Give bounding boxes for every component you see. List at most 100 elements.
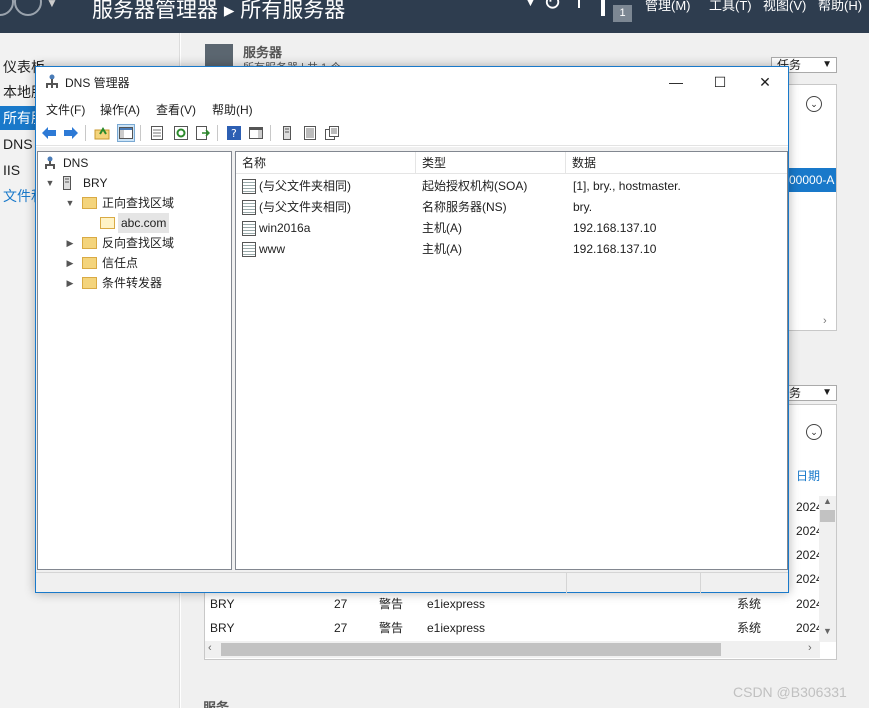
- properties-icon[interactable]: [148, 124, 166, 142]
- refresh-icon[interactable]: ↻: [543, 0, 561, 16]
- status-bar: [36, 572, 788, 593]
- record-row[interactable]: (与父文件夹相同) 名称服务器(NS) bry.: [236, 197, 787, 218]
- event-level: 警告: [379, 621, 404, 635]
- title-bar[interactable]: DNS 管理器 — ☐ ✕: [36, 67, 788, 97]
- up-folder-icon[interactable]: [93, 124, 111, 142]
- scroll-down-icon[interactable]: ▼: [823, 626, 832, 636]
- tree-pane: DNS ▼ BRY ▼ 正向查找区域 abc.com ▶ 反向查找区域 ▶ 信任…: [37, 151, 232, 570]
- tree-label: DNS: [63, 156, 89, 170]
- refresh-icon[interactable]: [172, 124, 190, 142]
- scrollbar-thumb[interactable]: [221, 643, 721, 656]
- dropdown-icon[interactable]: ▼: [525, 0, 536, 9]
- event-level: 警告: [379, 597, 404, 611]
- services-section-title: 服务: [203, 700, 230, 708]
- record-row[interactable]: www 主机(A) 192.168.137.10: [236, 239, 787, 260]
- action-pane-icon[interactable]: [247, 124, 265, 142]
- expand-icon[interactable]: ⌄: [806, 96, 822, 112]
- record-row[interactable]: win2016a 主机(A) 192.168.137.10: [236, 218, 787, 239]
- record-type: 名称服务器(NS): [422, 200, 507, 214]
- column-header-type[interactable]: 类型: [416, 152, 566, 174]
- chevron-down-icon[interactable]: ▼: [64, 193, 76, 213]
- chevron-right-icon[interactable]: ▶: [64, 253, 76, 273]
- dns-server-icon: [46, 74, 58, 88]
- record-data: [1], bry., hostmaster.: [573, 179, 681, 193]
- back-arrow-icon[interactable]: [40, 124, 58, 142]
- record-name: www: [259, 242, 285, 256]
- event-server: BRY: [210, 597, 235, 611]
- scroll-right-icon[interactable]: ›: [808, 642, 812, 654]
- menu-manage[interactable]: 管理(M): [645, 0, 691, 14]
- record-icon: [242, 200, 256, 215]
- servers-panel: [787, 84, 837, 331]
- status-segment: [701, 573, 788, 593]
- event-id: 27: [334, 621, 348, 635]
- record-icon: [242, 179, 256, 194]
- record-type: 主机(A): [422, 242, 462, 256]
- minimize-button[interactable]: —: [653, 67, 699, 97]
- folder-icon: [82, 277, 97, 289]
- copy-records-icon[interactable]: [323, 124, 341, 142]
- folder-icon: [82, 257, 97, 269]
- scroll-up-icon[interactable]: ▲: [823, 496, 832, 506]
- scrollbar-thumb[interactable]: [820, 510, 835, 522]
- record-name: (与父文件夹相同): [259, 179, 351, 193]
- tree-label: BRY: [83, 176, 108, 190]
- selected-server-row[interactable]: 00000-A: [787, 168, 836, 192]
- record-icon: [242, 242, 256, 257]
- menu-help[interactable]: 帮助(H): [212, 101, 253, 118]
- menu-file[interactable]: 文件(F): [46, 101, 85, 118]
- export-list-icon[interactable]: [194, 124, 212, 142]
- event-row[interactable]: BRY 27 警告 e1iexpress 系统 2024: [205, 616, 823, 640]
- history-dropdown-icon[interactable]: ▼: [46, 0, 58, 10]
- folder-icon: [82, 197, 97, 209]
- maximize-button[interactable]: ☐: [697, 67, 743, 97]
- menu-action[interactable]: 操作(A): [100, 101, 140, 118]
- scroll-left-icon[interactable]: ‹: [208, 642, 212, 654]
- record-name: win2016a: [259, 221, 311, 235]
- menu-view[interactable]: 查看(V): [156, 101, 196, 118]
- column-header-date[interactable]: 日期: [796, 467, 820, 484]
- events-horizontal-scrollbar[interactable]: ‹ ›: [205, 641, 820, 658]
- notification-badge: 1: [613, 5, 632, 22]
- toolbar: ?: [36, 120, 788, 146]
- back-icon[interactable]: [0, 0, 14, 16]
- chevron-right-icon[interactable]: ▶: [64, 233, 76, 253]
- event-row[interactable]: BRY 27 警告 e1iexpress 系统 2024: [205, 592, 823, 616]
- server-icon: [63, 176, 71, 190]
- column-header-name[interactable]: 名称: [236, 152, 416, 174]
- record-data: bry.: [573, 200, 593, 214]
- forward-arrow-icon[interactable]: [62, 124, 80, 142]
- record-name: (与父文件夹相同): [259, 200, 351, 214]
- server-manager-header: ▼ 服务器管理器 ▸ 所有服务器 ▼ ↻ 1 管理(M) 工具(T) 视图(V)…: [0, 0, 869, 33]
- flag-icon[interactable]: [601, 0, 605, 16]
- server-icon[interactable]: [278, 124, 296, 142]
- help-icon[interactable]: ?: [225, 124, 243, 142]
- folder-icon: [82, 237, 97, 249]
- event-source: e1iexpress: [427, 621, 486, 635]
- menu-view[interactable]: 视图(V): [763, 0, 806, 14]
- record-row[interactable]: (与父文件夹相同) 起始授权机构(SOA) [1], bry., hostmas…: [236, 176, 787, 197]
- menu-bar: 文件(F) 操作(A) 查看(V) 帮助(H): [36, 97, 788, 119]
- event-server: BRY: [210, 621, 235, 635]
- event-id: 27: [334, 597, 348, 611]
- menu-help[interactable]: 帮助(H): [818, 0, 862, 14]
- scroll-right-icon[interactable]: ›: [823, 315, 827, 327]
- svg-text:?: ?: [231, 127, 237, 140]
- close-button[interactable]: ✕: [742, 67, 788, 97]
- chevron-down-icon[interactable]: ▼: [44, 173, 56, 193]
- record-type: 主机(A): [422, 221, 462, 235]
- column-header-data[interactable]: 数据: [566, 152, 787, 174]
- tree-label: 信任点: [102, 256, 139, 270]
- record-type: 起始授权机构(SOA): [422, 179, 528, 193]
- show-hide-tree-icon[interactable]: [117, 124, 135, 142]
- watermark: CSDN @B306331: [733, 684, 847, 700]
- events-vertical-scrollbar[interactable]: ▲ ▼: [819, 496, 836, 642]
- forward-icon[interactable]: [14, 0, 42, 16]
- chevron-right-icon[interactable]: ▶: [64, 273, 76, 293]
- record-icon: [242, 221, 256, 236]
- menu-tools[interactable]: 工具(T): [709, 0, 752, 14]
- dns-manager-window: DNS 管理器 — ☐ ✕ 文件(F) 操作(A) 查看(V) 帮助(H) ? …: [35, 66, 789, 593]
- toolbar-separator: [217, 125, 218, 141]
- records-icon[interactable]: [301, 124, 319, 142]
- expand-icon[interactable]: ⌄: [806, 424, 822, 440]
